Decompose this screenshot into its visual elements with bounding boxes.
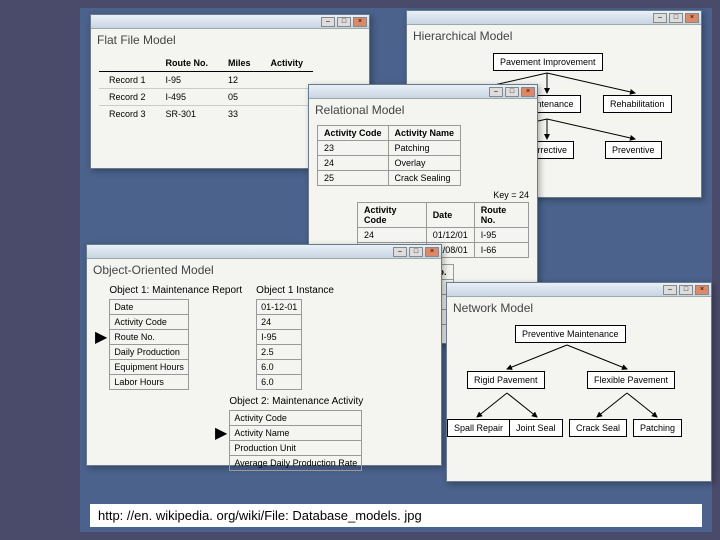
net-node: Joint Seal bbox=[509, 419, 563, 437]
obj2-heading: Object 2: Maintenance Activity bbox=[229, 396, 363, 407]
close-button[interactable]: × bbox=[425, 247, 439, 257]
caption-url: http: //en. wikipedia. org/wiki/File: Da… bbox=[90, 504, 702, 527]
min-button[interactable]: – bbox=[321, 17, 335, 27]
net-node: Patching bbox=[633, 419, 682, 437]
net-node: Spall Repair bbox=[447, 419, 510, 437]
titlebar: – □ × bbox=[91, 15, 369, 29]
hier-node: Preventive bbox=[605, 141, 662, 159]
titlebar: – □ × bbox=[309, 85, 537, 99]
window-title: Object-Oriented Model bbox=[87, 259, 441, 281]
max-button[interactable]: □ bbox=[337, 17, 351, 27]
obj1-instance-heading: Object 1 Instance bbox=[256, 285, 334, 296]
max-button[interactable]: □ bbox=[409, 247, 423, 257]
obj1-instance-table: 01-12-01 24 I-95 2.5 6.0 6.0 bbox=[256, 299, 302, 390]
min-button[interactable]: – bbox=[489, 87, 503, 97]
window-title: Relational Model bbox=[309, 99, 537, 121]
max-button[interactable]: □ bbox=[505, 87, 519, 97]
window-object-oriented: – □ × Object-Oriented Model ▶ Object 1: … bbox=[86, 244, 442, 466]
close-button[interactable]: × bbox=[695, 285, 709, 295]
max-button[interactable]: □ bbox=[669, 13, 683, 23]
titlebar: – □ × bbox=[407, 11, 701, 25]
close-button[interactable]: × bbox=[353, 17, 367, 27]
arrow-icon: ▶ bbox=[95, 330, 107, 346]
net-root: Preventive Maintenance bbox=[515, 325, 626, 343]
window-title: Network Model bbox=[447, 297, 711, 319]
hier-node: Rehabilitation bbox=[603, 95, 672, 113]
min-button[interactable]: – bbox=[653, 13, 667, 23]
flat-table: Route No. MilesActivity Record 1I-9512 R… bbox=[99, 55, 313, 122]
obj1-fields-table: Date Activity Code Route No. Daily Produ… bbox=[109, 299, 189, 390]
network-diagram: Preventive Maintenance Rigid Pavement Fl… bbox=[447, 319, 711, 469]
window-title: Flat File Model bbox=[91, 29, 369, 51]
obj1-heading: Object 1: Maintenance Report bbox=[109, 285, 242, 296]
titlebar: – □ × bbox=[447, 283, 711, 297]
window-title: Hierarchical Model bbox=[407, 25, 701, 47]
hier-root: Pavement Improvement bbox=[493, 53, 603, 71]
close-button[interactable]: × bbox=[521, 87, 535, 97]
min-button[interactable]: – bbox=[663, 285, 677, 295]
arrow-icon: ▶ bbox=[215, 426, 227, 442]
titlebar: – □ × bbox=[87, 245, 441, 259]
close-button[interactable]: × bbox=[685, 13, 699, 23]
net-node: Crack Seal bbox=[569, 419, 627, 437]
window-network: – □ × Network Model Preventive Maintenan… bbox=[446, 282, 712, 482]
obj2-fields-table: Activity Code Activity Name Production U… bbox=[229, 410, 362, 471]
min-button[interactable]: – bbox=[393, 247, 407, 257]
net-node: Flexible Pavement bbox=[587, 371, 675, 389]
key-label: Key = 24 bbox=[317, 190, 529, 200]
max-button[interactable]: □ bbox=[679, 285, 693, 295]
rel-table-activities: Activity CodeActivity Name 23Patching 24… bbox=[317, 125, 461, 186]
net-node: Rigid Pavement bbox=[467, 371, 545, 389]
